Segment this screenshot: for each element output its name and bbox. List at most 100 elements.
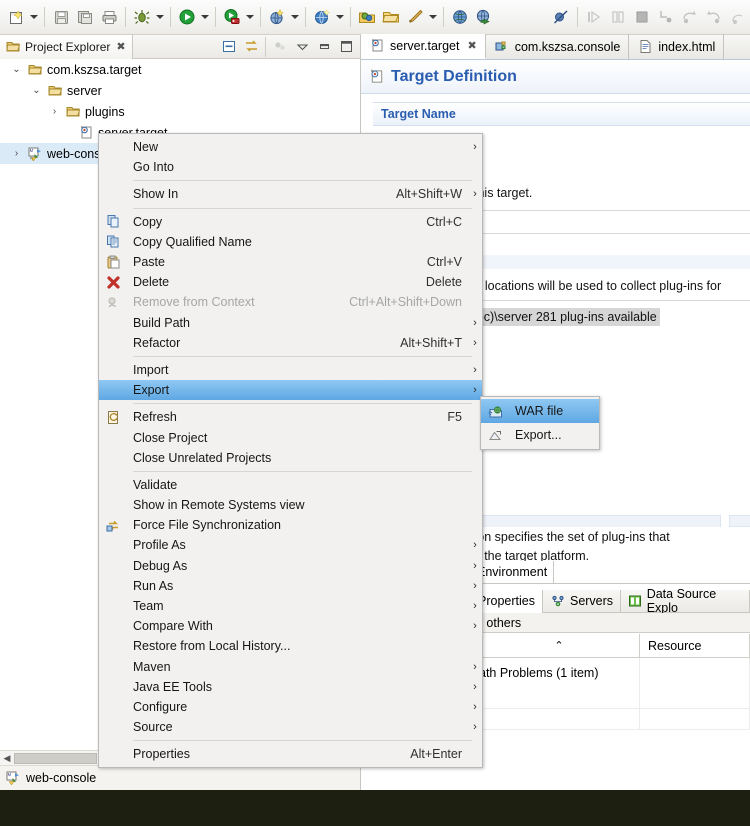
- menu-item-label: Validate: [133, 477, 178, 492]
- menu-item-validate[interactable]: Validate: [99, 475, 482, 495]
- submenu-arrow-icon: ›: [473, 600, 477, 613]
- menu-item-label: Run As: [133, 578, 174, 593]
- dropdown-arrow-icon[interactable]: [427, 6, 439, 28]
- menu-item-source[interactable]: Source ›: [99, 717, 482, 737]
- menu-item-delete[interactable]: Delete Delete: [99, 272, 482, 292]
- menu-item-debug-as[interactable]: Debug As ›: [99, 556, 482, 576]
- menu-item-configure[interactable]: Configure ›: [99, 697, 482, 717]
- open-resource-icon[interactable]: [379, 5, 403, 29]
- menu-item-export[interactable]: Export...: [481, 423, 599, 447]
- save-all-icon[interactable]: [73, 5, 97, 29]
- tree-item-server[interactable]: ⌄ server: [0, 80, 360, 101]
- menu-item-profile-as[interactable]: Profile As ›: [99, 535, 482, 555]
- menu-item-show-in-remote-systems-view[interactable]: Show in Remote Systems view: [99, 495, 482, 515]
- menu-item-restore-from-local-history[interactable]: Restore from Local History...: [99, 636, 482, 656]
- scroll-left-arrow-icon[interactable]: ◀: [0, 753, 14, 764]
- submenu-arrow-icon: ›: [473, 336, 477, 349]
- debug-icon[interactable]: [130, 5, 154, 29]
- external-tools-icon[interactable]: [310, 5, 334, 29]
- html-file-icon: [637, 39, 653, 55]
- dropdown-arrow-icon[interactable]: [28, 6, 40, 28]
- menu-item-refactor[interactable]: Refactor Alt+Shift+T ›: [99, 333, 482, 353]
- tab-project-explorer[interactable]: Project Explorer ✖: [0, 34, 133, 59]
- close-icon[interactable]: ✖: [467, 39, 476, 52]
- globe-run-icon[interactable]: [472, 5, 496, 29]
- menu-item-go-into[interactable]: Go Into: [99, 157, 482, 177]
- menu-item-close-unrelated-projects[interactable]: Close Unrelated Projects: [99, 448, 482, 468]
- menu-item-force-file-synchronization[interactable]: Force File Synchronization: [99, 515, 482, 535]
- menu-item-import[interactable]: Import ›: [99, 360, 482, 380]
- dropdown-arrow-icon[interactable]: [334, 6, 346, 28]
- dropdown-arrow-icon[interactable]: [289, 6, 301, 28]
- chevron-down-icon[interactable]: ⌄: [10, 63, 23, 76]
- dropdown-arrow-icon[interactable]: [244, 6, 256, 28]
- tree-item-com-kszsa-target[interactable]: ⌄ com.kszsa.target: [0, 59, 360, 80]
- menu-item-compare-with[interactable]: Compare With ›: [99, 616, 482, 636]
- search-icon[interactable]: [403, 5, 427, 29]
- maximize-icon[interactable]: [336, 37, 356, 57]
- dropdown-arrow-icon[interactable]: [154, 6, 166, 28]
- menu-item-label: Refactor: [133, 335, 181, 350]
- run-server-icon[interactable]: [220, 5, 244, 29]
- new-wizard-icon[interactable]: [4, 5, 28, 29]
- menu-item-java-ee-tools[interactable]: Java EE Tools ›: [99, 677, 482, 697]
- tree-item-plugins[interactable]: › plugins: [0, 101, 360, 122]
- menu-item-label: Go Into: [133, 160, 174, 175]
- step-into-icon: [654, 5, 678, 29]
- menu-item-copy-qualified-name[interactable]: Copy Qualified Name: [99, 232, 482, 252]
- menu-item-copy[interactable]: Copy Ctrl+C: [99, 212, 482, 232]
- tab-data-source-explorer[interactable]: Data Source Explo: [621, 587, 750, 615]
- table-row[interactable]: ath Problems (1 item): [471, 658, 750, 688]
- location-entry[interactable]: loc)\server 281 plug-ins available: [471, 308, 660, 326]
- menu-item-properties[interactable]: Properties Alt+Enter: [99, 744, 482, 764]
- menu-item-label: Copy Qualified Name: [133, 234, 252, 249]
- collapse-all-icon[interactable]: [219, 37, 239, 57]
- menu-item-export[interactable]: Export ›: [99, 380, 482, 401]
- chevron-down-icon[interactable]: ⌄: [30, 84, 43, 97]
- tab-index-html[interactable]: index.html: [629, 34, 725, 59]
- menu-item-war-file[interactable]: WAR file: [481, 399, 599, 423]
- dropdown-arrow-icon[interactable]: [199, 6, 211, 28]
- open-type-icon[interactable]: [355, 5, 379, 29]
- menu-item-refresh[interactable]: Refresh F5: [99, 407, 482, 427]
- link-with-editor-icon[interactable]: [241, 37, 261, 57]
- toolbar-separator: [215, 7, 216, 27]
- menu-item-build-path[interactable]: Build Path ›: [99, 313, 482, 333]
- svg-text:M: M: [30, 148, 34, 153]
- print-icon[interactable]: [97, 5, 121, 29]
- table-row[interactable]: [471, 709, 750, 730]
- menu-item-label: Show In: [133, 187, 179, 202]
- copy-qualified-icon: [99, 234, 127, 249]
- table-row[interactable]: [471, 688, 750, 709]
- export-submenu[interactable]: WAR file Export...: [480, 396, 600, 450]
- view-menu-icon[interactable]: [292, 37, 312, 57]
- toolbar-separator: [44, 7, 45, 27]
- context-menu[interactable]: New › Go Into Show In Alt+Shift+W › Copy Ctrl+C…: [98, 133, 483, 769]
- chevron-right-icon[interactable]: ›: [48, 105, 61, 118]
- skip-breakpoints-icon[interactable]: [549, 5, 573, 29]
- scrollbar-thumb[interactable]: [14, 752, 97, 764]
- globe-icon[interactable]: [448, 5, 472, 29]
- menu-item-maven[interactable]: Maven ›: [99, 657, 482, 677]
- menu-item-team[interactable]: Team ›: [99, 596, 482, 616]
- tab-servers-view[interactable]: Servers: [543, 589, 622, 613]
- menu-item-paste[interactable]: Paste Ctrl+V: [99, 252, 482, 272]
- column-resource[interactable]: Resource: [640, 634, 750, 657]
- new-server-icon[interactable]: [265, 5, 289, 29]
- run-icon[interactable]: [175, 5, 199, 29]
- minimize-icon[interactable]: [314, 37, 334, 57]
- chevron-right-icon[interactable]: ›: [10, 147, 23, 160]
- menu-item-label: Java EE Tools: [133, 679, 212, 694]
- menu-item-new[interactable]: New ›: [99, 137, 482, 157]
- tab-environment[interactable]: Environment: [471, 561, 555, 583]
- tab-server-target[interactable]: server.target ✖: [361, 34, 486, 59]
- project-explorer-status: M web-console: [0, 765, 360, 790]
- desktop-taskbar: [0, 790, 750, 826]
- save-icon[interactable]: [49, 5, 73, 29]
- column-description[interactable]: ⌃: [471, 634, 640, 657]
- tab-com-kszsa-console[interactable]: com.kszsa.console: [486, 34, 630, 59]
- close-icon[interactable]: ✖: [116, 40, 125, 53]
- menu-item-close-project[interactable]: Close Project: [99, 427, 482, 447]
- menu-item-show-in[interactable]: Show In Alt+Shift+W ›: [99, 184, 482, 204]
- menu-item-run-as[interactable]: Run As ›: [99, 576, 482, 596]
